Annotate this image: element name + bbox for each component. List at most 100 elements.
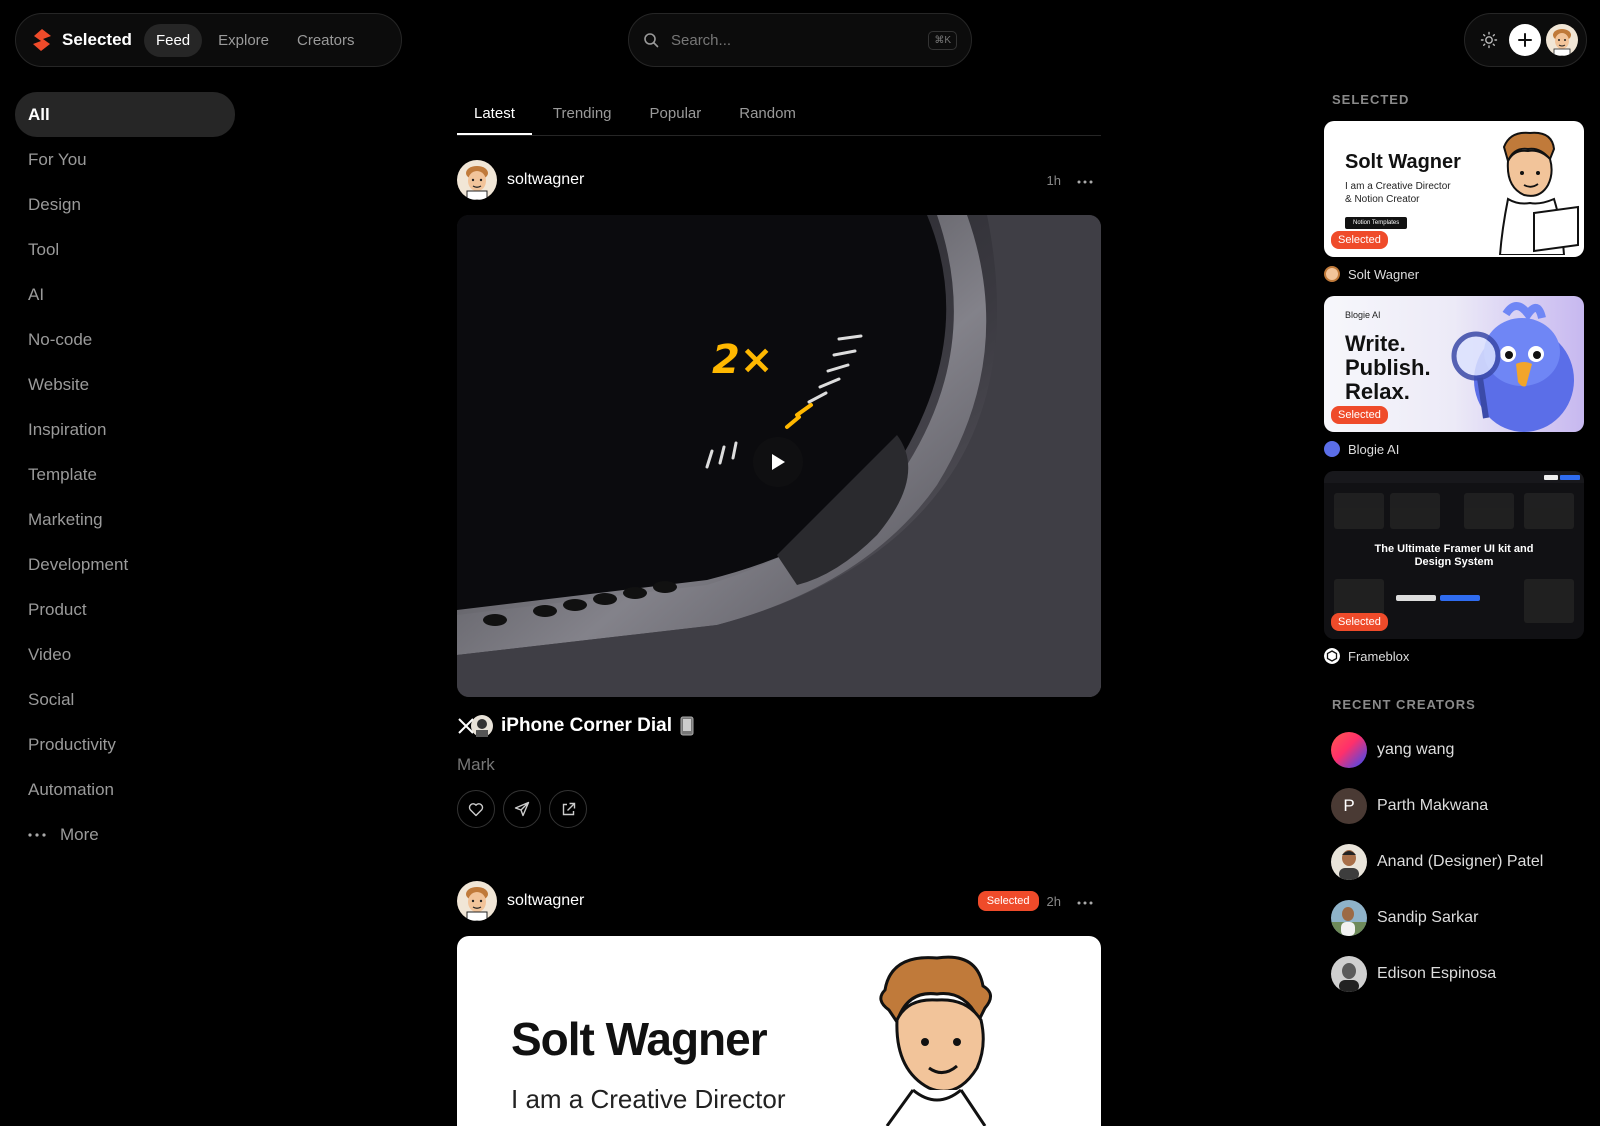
nav-tab-feed[interactable]: Feed — [143, 23, 203, 57]
play-icon — [772, 454, 785, 470]
selected-item-meta[interactable]: Solt Wagner — [1324, 266, 1586, 282]
sidebar-item-automation[interactable]: Automation — [15, 767, 235, 812]
play-button[interactable] — [753, 437, 803, 487]
card-headline: Solt Wagner — [511, 1013, 768, 1065]
cartoon-character-illustration — [879, 955, 992, 1126]
creator-photo — [1331, 956, 1367, 992]
creator-avatar — [1331, 900, 1367, 936]
sidebar-item-for-you[interactable]: For You — [15, 137, 235, 182]
post-author-avatar[interactable] — [457, 881, 497, 921]
sidebar-item-tool[interactable]: Tool — [15, 227, 235, 272]
open-link-button[interactable] — [549, 790, 587, 828]
post-actions — [457, 790, 1101, 828]
selected-card-blogie-ai[interactable]: Blogie AI Write. Publish. Relax. Selecte… — [1324, 296, 1584, 432]
plus-icon — [1518, 33, 1533, 47]
frameblox-logo-icon — [1324, 648, 1340, 664]
post-image[interactable]: Solt Wagner I am a Creative Director — [457, 936, 1101, 1126]
sidebar-item-design[interactable]: Design — [15, 182, 235, 227]
send-icon — [514, 801, 530, 817]
selected-badge: Selected — [1331, 613, 1388, 631]
theme-toggle-button[interactable] — [1473, 24, 1505, 56]
selected-item-meta[interactable]: Frameblox — [1324, 648, 1586, 664]
parrot-mascot-illustration — [1451, 302, 1574, 432]
nav-tab-explore[interactable]: Explore — [206, 24, 281, 57]
phone-emoji-icon — [680, 716, 694, 736]
card-brand: Blogie AI — [1345, 310, 1381, 320]
feed-tabs: Latest Trending Popular Random — [457, 92, 1101, 136]
add-post-button[interactable] — [1509, 24, 1542, 56]
creator-item[interactable]: P Parth Makwana — [1331, 788, 1586, 824]
search-input[interactable] — [669, 30, 929, 50]
external-link-icon — [562, 802, 575, 815]
sidebar-item-template[interactable]: Template — [15, 452, 235, 497]
selected-card-solt-wagner[interactable]: Solt Wagner I am a Creative Director & N… — [1324, 121, 1584, 257]
main-feed: Latest Trending Popular Random soltwagne… — [457, 92, 1101, 1126]
post-title[interactable]: iPhone Corner Dial — [501, 715, 672, 737]
creator-avatar: P — [1331, 788, 1367, 824]
search-bar[interactable]: ⌘K — [628, 13, 972, 67]
post-video[interactable]: 2× — [457, 215, 1101, 697]
creator-avatar — [1331, 732, 1367, 768]
creator-name: yang wang — [1377, 741, 1455, 758]
selected-badge: Selected — [977, 891, 1039, 911]
selected-heading: SELECTED — [1332, 92, 1410, 107]
selected-item-name: Solt Wagner — [1348, 266, 1420, 282]
sidebar-item-website[interactable]: Website — [15, 362, 235, 407]
post-author-avatar[interactable] — [457, 160, 497, 200]
post-subtitle: Mark — [457, 755, 495, 774]
sidebar-item-video[interactable]: Video — [15, 632, 235, 677]
sidebar-more-button[interactable]: More — [15, 812, 235, 857]
sidebar-item-social[interactable]: Social — [15, 677, 235, 722]
card-line: & Notion Creator — [1345, 194, 1420, 205]
creator-name: Edison Espinosa — [1377, 965, 1497, 982]
author-avatar-illustration — [457, 881, 497, 921]
sidebar-item-no-code[interactable]: No-code — [15, 317, 235, 362]
post-title-row: iPhone Corner Dial — [457, 711, 1101, 741]
source-avatar-icon — [471, 715, 493, 737]
creator-item[interactable]: Sandip Sarkar — [1331, 900, 1586, 936]
tab-trending[interactable]: Trending — [536, 92, 629, 135]
card-line: Publish. — [1345, 355, 1431, 380]
like-button[interactable] — [457, 790, 495, 828]
selected-item-meta[interactable]: Blogie AI — [1324, 441, 1586, 457]
share-button[interactable] — [503, 790, 541, 828]
sidebar-item-all[interactable]: All — [15, 92, 235, 137]
tab-random[interactable]: Random — [722, 92, 813, 135]
creator-item[interactable]: Anand (Designer) Patel — [1331, 844, 1586, 880]
author-avatar-illustration — [457, 160, 497, 200]
card-line: Relax. — [1345, 379, 1410, 404]
card-title: Solt Wagner — [1345, 151, 1461, 173]
creator-photo — [1331, 844, 1367, 880]
tab-popular[interactable]: Popular — [633, 92, 719, 135]
creator-name: Anand (Designer) Patel — [1377, 853, 1544, 870]
post-menu-button[interactable] — [1077, 171, 1093, 189]
card-tag: Notion Templates — [1345, 217, 1408, 229]
creator-item[interactable]: yang wang — [1331, 732, 1586, 768]
sidebar-item-development[interactable]: Development — [15, 542, 235, 587]
post-author-name[interactable]: soltwagner — [507, 171, 1039, 189]
top-navigation: Selected Feed Explore Creators — [15, 13, 402, 67]
selected-item-name: Frameblox — [1348, 648, 1410, 664]
more-dots-icon — [1077, 180, 1093, 184]
nav-tab-creators[interactable]: Creators — [285, 24, 367, 57]
card-title: The Ultimate Framer UI kit and Design Sy… — [1374, 543, 1534, 568]
user-avatar[interactable] — [1545, 24, 1578, 56]
post-author-name[interactable]: soltwagner — [507, 892, 978, 910]
post-menu-button[interactable] — [1077, 892, 1093, 910]
creator-item[interactable]: Edison Espinosa — [1331, 956, 1586, 992]
heart-icon — [468, 802, 484, 816]
post-header: soltwagner Selected 2h — [457, 881, 1101, 921]
selected-badge: Selected — [1331, 406, 1388, 424]
sun-icon — [1480, 31, 1498, 49]
sidebar-item-marketing[interactable]: Marketing — [15, 497, 235, 542]
selected-card-frameblox[interactable]: The Ultimate Framer UI kit and Design Sy… — [1324, 471, 1584, 639]
sidebar-item-ai[interactable]: AI — [15, 272, 235, 317]
sidebar-item-product[interactable]: Product — [15, 587, 235, 632]
brand-logo[interactable]: Selected — [30, 28, 132, 52]
sidebar-item-productivity[interactable]: Productivity — [15, 722, 235, 767]
right-panel: SELECTED Solt Wagner I am a Creative Dir… — [1324, 92, 1586, 992]
selected-logo-icon — [33, 29, 51, 51]
creator-avatar — [1324, 648, 1340, 664]
tab-latest[interactable]: Latest — [457, 92, 532, 135]
sidebar-item-inspiration[interactable]: Inspiration — [15, 407, 235, 452]
